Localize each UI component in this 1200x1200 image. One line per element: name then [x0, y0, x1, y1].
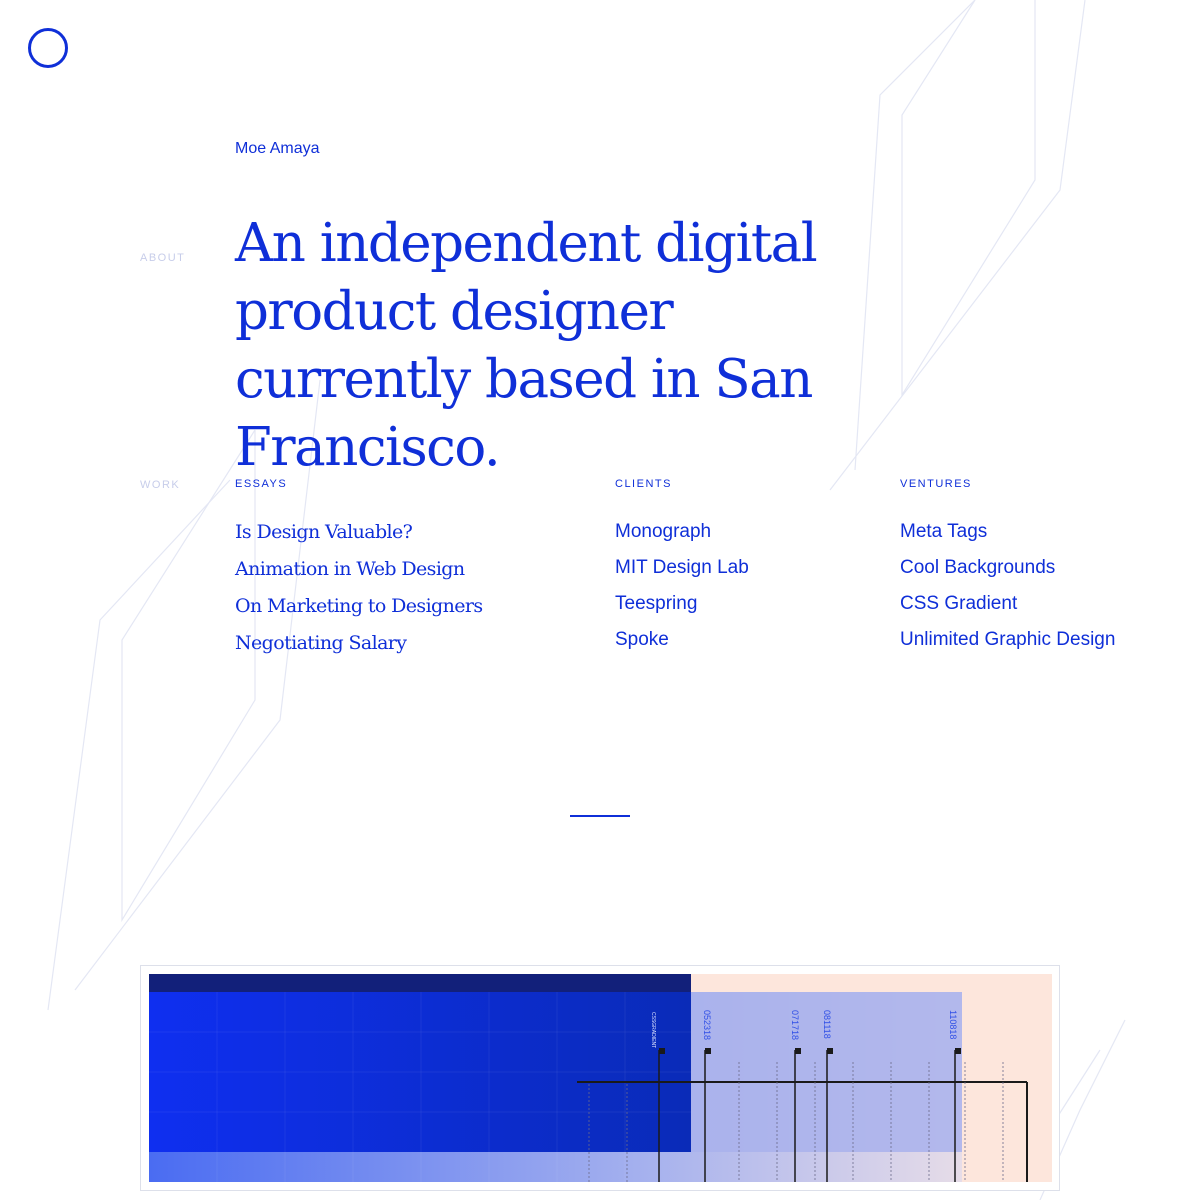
preview-blue-block — [149, 974, 691, 1152]
about-headline: An independent digital product designer … — [235, 213, 818, 478]
venture-link[interactable]: Cool Backgrounds — [900, 550, 1115, 586]
preview-navy-bar — [149, 974, 691, 992]
client-link[interactable]: Spoke — [615, 622, 749, 658]
site-name-link[interactable]: Moe Amaya — [235, 140, 319, 158]
preview-marker-label: 052318 — [702, 1010, 712, 1040]
essay-link[interactable]: Animation in Web Design — [235, 551, 483, 588]
venture-link[interactable]: Meta Tags — [900, 514, 1115, 550]
clients-heading: CLIENTS — [615, 478, 672, 490]
clients-list: Monograph MIT Design Lab Teespring Spoke — [615, 514, 749, 658]
project-preview-image: CSSGRADIENT 052318 071718 081118 110818 — [149, 974, 1052, 1182]
venture-link[interactable]: CSS Gradient — [900, 586, 1115, 622]
project-preview-card[interactable]: CSSGRADIENT 052318 071718 081118 110818 — [140, 965, 1060, 1191]
logo-circle-icon[interactable] — [28, 28, 68, 68]
work-section-label: WORK — [140, 479, 181, 491]
section-divider — [570, 815, 630, 817]
essay-link[interactable]: Is Design Valuable? — [235, 514, 483, 551]
essay-link[interactable]: On Marketing to Designers — [235, 588, 483, 625]
client-link[interactable]: Teespring — [615, 586, 749, 622]
essays-column: ESSAYS Is Design Valuable? Animation in … — [235, 478, 483, 662]
ventures-heading: VENTURES — [900, 478, 972, 490]
essay-link[interactable]: Negotiating Salary — [235, 625, 483, 662]
preview-marker-label: 110818 — [948, 1010, 958, 1039]
venture-link[interactable]: Unlimited Graphic Design — [900, 622, 1115, 658]
clients-column: CLIENTS Monograph MIT Design Lab Teespri… — [615, 478, 749, 658]
ventures-column: VENTURES Meta Tags Cool Backgrounds CSS … — [900, 478, 1115, 658]
preview-marker-label: CSSGRADIENT — [650, 1012, 656, 1048]
client-link[interactable]: MIT Design Lab — [615, 550, 749, 586]
essays-heading: ESSAYS — [235, 478, 288, 490]
preview-marker-label: 081118 — [822, 1010, 832, 1039]
ventures-list: Meta Tags Cool Backgrounds CSS Gradient … — [900, 514, 1115, 658]
about-section-label: ABOUT — [140, 252, 186, 264]
client-link[interactable]: Monograph — [615, 514, 749, 550]
page: Moe Amaya ABOUT An independent digital p… — [0, 0, 1200, 1200]
preview-marker-label: 071718 — [790, 1010, 800, 1040]
essays-list: Is Design Valuable? Animation in Web Des… — [235, 514, 483, 662]
